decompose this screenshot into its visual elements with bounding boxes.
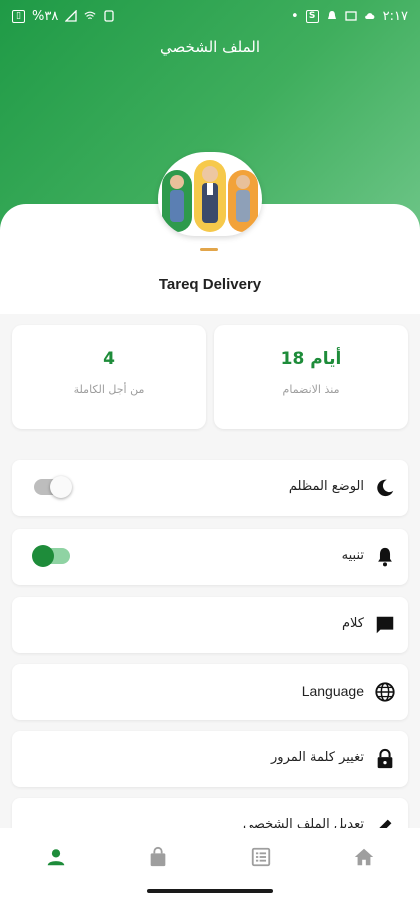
toggle-knob xyxy=(50,476,72,498)
alert-toggle[interactable] xyxy=(32,545,70,567)
status-bar: ▯ %٣٨ • S ٢:١٧ xyxy=(0,0,420,32)
stat-label: من أجل الكاملة xyxy=(73,383,145,396)
stat-card-completed: 4 من أجل الكاملة xyxy=(12,325,206,429)
image-status-icon xyxy=(345,11,357,21)
sim-icon xyxy=(104,10,114,22)
avatar-image xyxy=(162,160,258,232)
setting-chat[interactable]: كلام xyxy=(12,597,408,653)
setting-label: Language xyxy=(301,683,364,699)
setting-label: تنبيه xyxy=(341,548,364,563)
stat-label: منذ الانضمام xyxy=(282,383,340,396)
setting-label: كلام xyxy=(342,616,364,631)
clock: ٢:١٧ xyxy=(382,8,408,24)
setting-label: تغيير كلمة المرور xyxy=(271,750,364,765)
globe-icon xyxy=(375,682,395,702)
setting-change-password[interactable]: تغيير كلمة المرور xyxy=(12,731,408,787)
status-bar-left: ▯ %٣٨ xyxy=(12,9,115,24)
signal-icon xyxy=(65,10,77,22)
bell-icon xyxy=(378,547,392,567)
bag-icon[interactable] xyxy=(147,846,169,868)
bell-status-icon xyxy=(327,11,336,19)
dark-mode-toggle[interactable] xyxy=(34,476,72,498)
setting-alert[interactable]: تنبيه xyxy=(12,529,408,585)
stat-value: 18 أيام xyxy=(280,349,342,369)
chat-icon xyxy=(376,616,394,634)
profile-icon[interactable] xyxy=(45,846,67,868)
avatar[interactable] xyxy=(158,152,262,236)
setting-language[interactable]: Language xyxy=(12,664,408,720)
home-icon[interactable] xyxy=(353,846,375,868)
home-indicator[interactable] xyxy=(147,889,273,893)
battery-percentage: %٣٨ xyxy=(32,8,59,24)
app-notification-icon: S xyxy=(305,9,319,23)
toggle-knob xyxy=(32,545,54,567)
profile-name: Tareq Delivery xyxy=(158,276,262,293)
status-bar-right: • S ٢:١٧ xyxy=(291,9,408,24)
moon-icon xyxy=(377,479,394,497)
stat-value: 4 xyxy=(103,349,115,369)
setting-dark-mode[interactable]: الوضع المظلم xyxy=(12,460,408,516)
stat-card-joined: 18 أيام منذ الانضمام xyxy=(214,325,408,429)
battery-saver-icon: ▯ xyxy=(12,9,25,23)
wifi-icon xyxy=(84,11,96,20)
page-title: الملف الشخصي xyxy=(160,38,260,56)
lock-icon xyxy=(377,748,393,769)
cloud-status-icon xyxy=(364,13,375,19)
setting-label: الوضع المظلم xyxy=(288,479,364,494)
avatar-divider xyxy=(200,248,218,251)
list-icon[interactable] xyxy=(250,846,272,868)
dot-icon: • xyxy=(291,8,299,24)
